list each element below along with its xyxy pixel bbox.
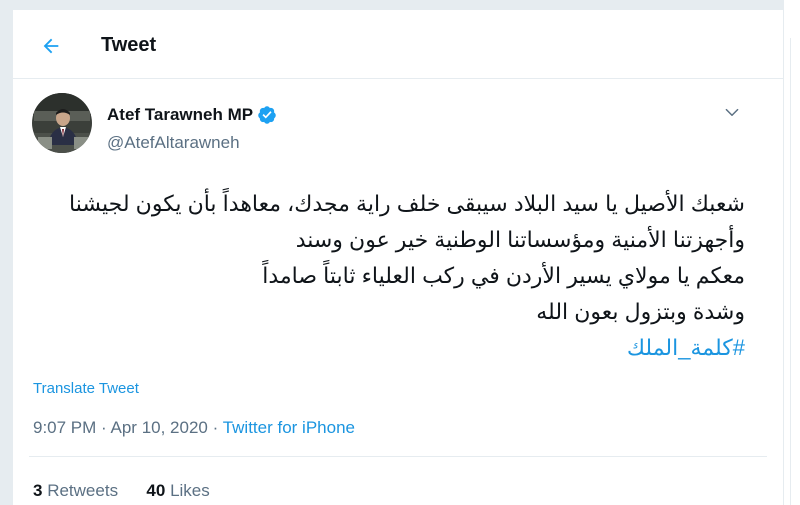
tweet-line: وأجهزتنا الأمنية ومؤسساتنا الوطنية خير ع…: [295, 227, 745, 252]
meta-separator: ·: [212, 418, 219, 437]
side-panel-edge: [783, 0, 800, 505]
more-options-button[interactable]: [718, 98, 746, 126]
hashtag-link[interactable]: #كلمة_الملك: [627, 335, 745, 360]
back-arrow-icon: [43, 38, 59, 54]
likes-stat[interactable]: 40 Likes: [146, 481, 209, 500]
avatar[interactable]: [32, 93, 92, 153]
divider: [29, 456, 767, 457]
retweets-stat[interactable]: 3 Retweets: [33, 481, 118, 500]
page-title: Tweet: [101, 34, 157, 56]
tweet-line: وشدة وبتزول بعون الله: [536, 299, 745, 324]
likes-label: Likes: [170, 481, 210, 500]
retweets-label: Retweets: [47, 481, 119, 500]
author-name[interactable]: Atef Tarawneh MP: [107, 105, 277, 125]
header: Tweet: [13, 10, 783, 79]
divider: [790, 38, 791, 505]
verified-badge-icon: [257, 105, 277, 125]
tweet-text: شعبك الأصيل يا سيد البلاد سيبقى خلف راية…: [33, 186, 745, 366]
author-name-text: Atef Tarawneh MP: [107, 105, 254, 124]
tweet-line: شعبك الأصيل يا سيد البلاد سيبقى خلف راية…: [69, 191, 745, 216]
tweet-column: Tweet Atef Tarawneh MP @AtefAltarawneh ش…: [12, 10, 784, 505]
retweets-count: 3: [33, 481, 43, 500]
tweet-date[interactable]: Apr 10, 2020: [111, 418, 208, 437]
tweet-line: معكم يا مولاي يسير الأردن في ركب العلياء…: [262, 263, 745, 288]
tweet-time[interactable]: 9:07 PM: [33, 418, 96, 437]
back-button[interactable]: [35, 30, 67, 62]
translate-tweet-link[interactable]: Translate Tweet: [33, 380, 139, 397]
likes-count: 40: [146, 481, 166, 500]
meta-separator: ·: [101, 418, 107, 437]
page: Tweet Atef Tarawneh MP @AtefAltarawneh ش…: [0, 0, 800, 505]
avatar-image: [32, 93, 92, 153]
author-handle[interactable]: @AtefAltarawneh: [107, 133, 240, 153]
tweet-metadata: 9:07 PM · Apr 10, 2020 · Twitter for iPh…: [33, 418, 355, 438]
chevron-down-icon: [725, 108, 739, 117]
tweet-source-link[interactable]: Twitter for iPhone: [223, 418, 355, 437]
tweet-stats: 3 Retweets 40 Likes: [33, 481, 210, 501]
